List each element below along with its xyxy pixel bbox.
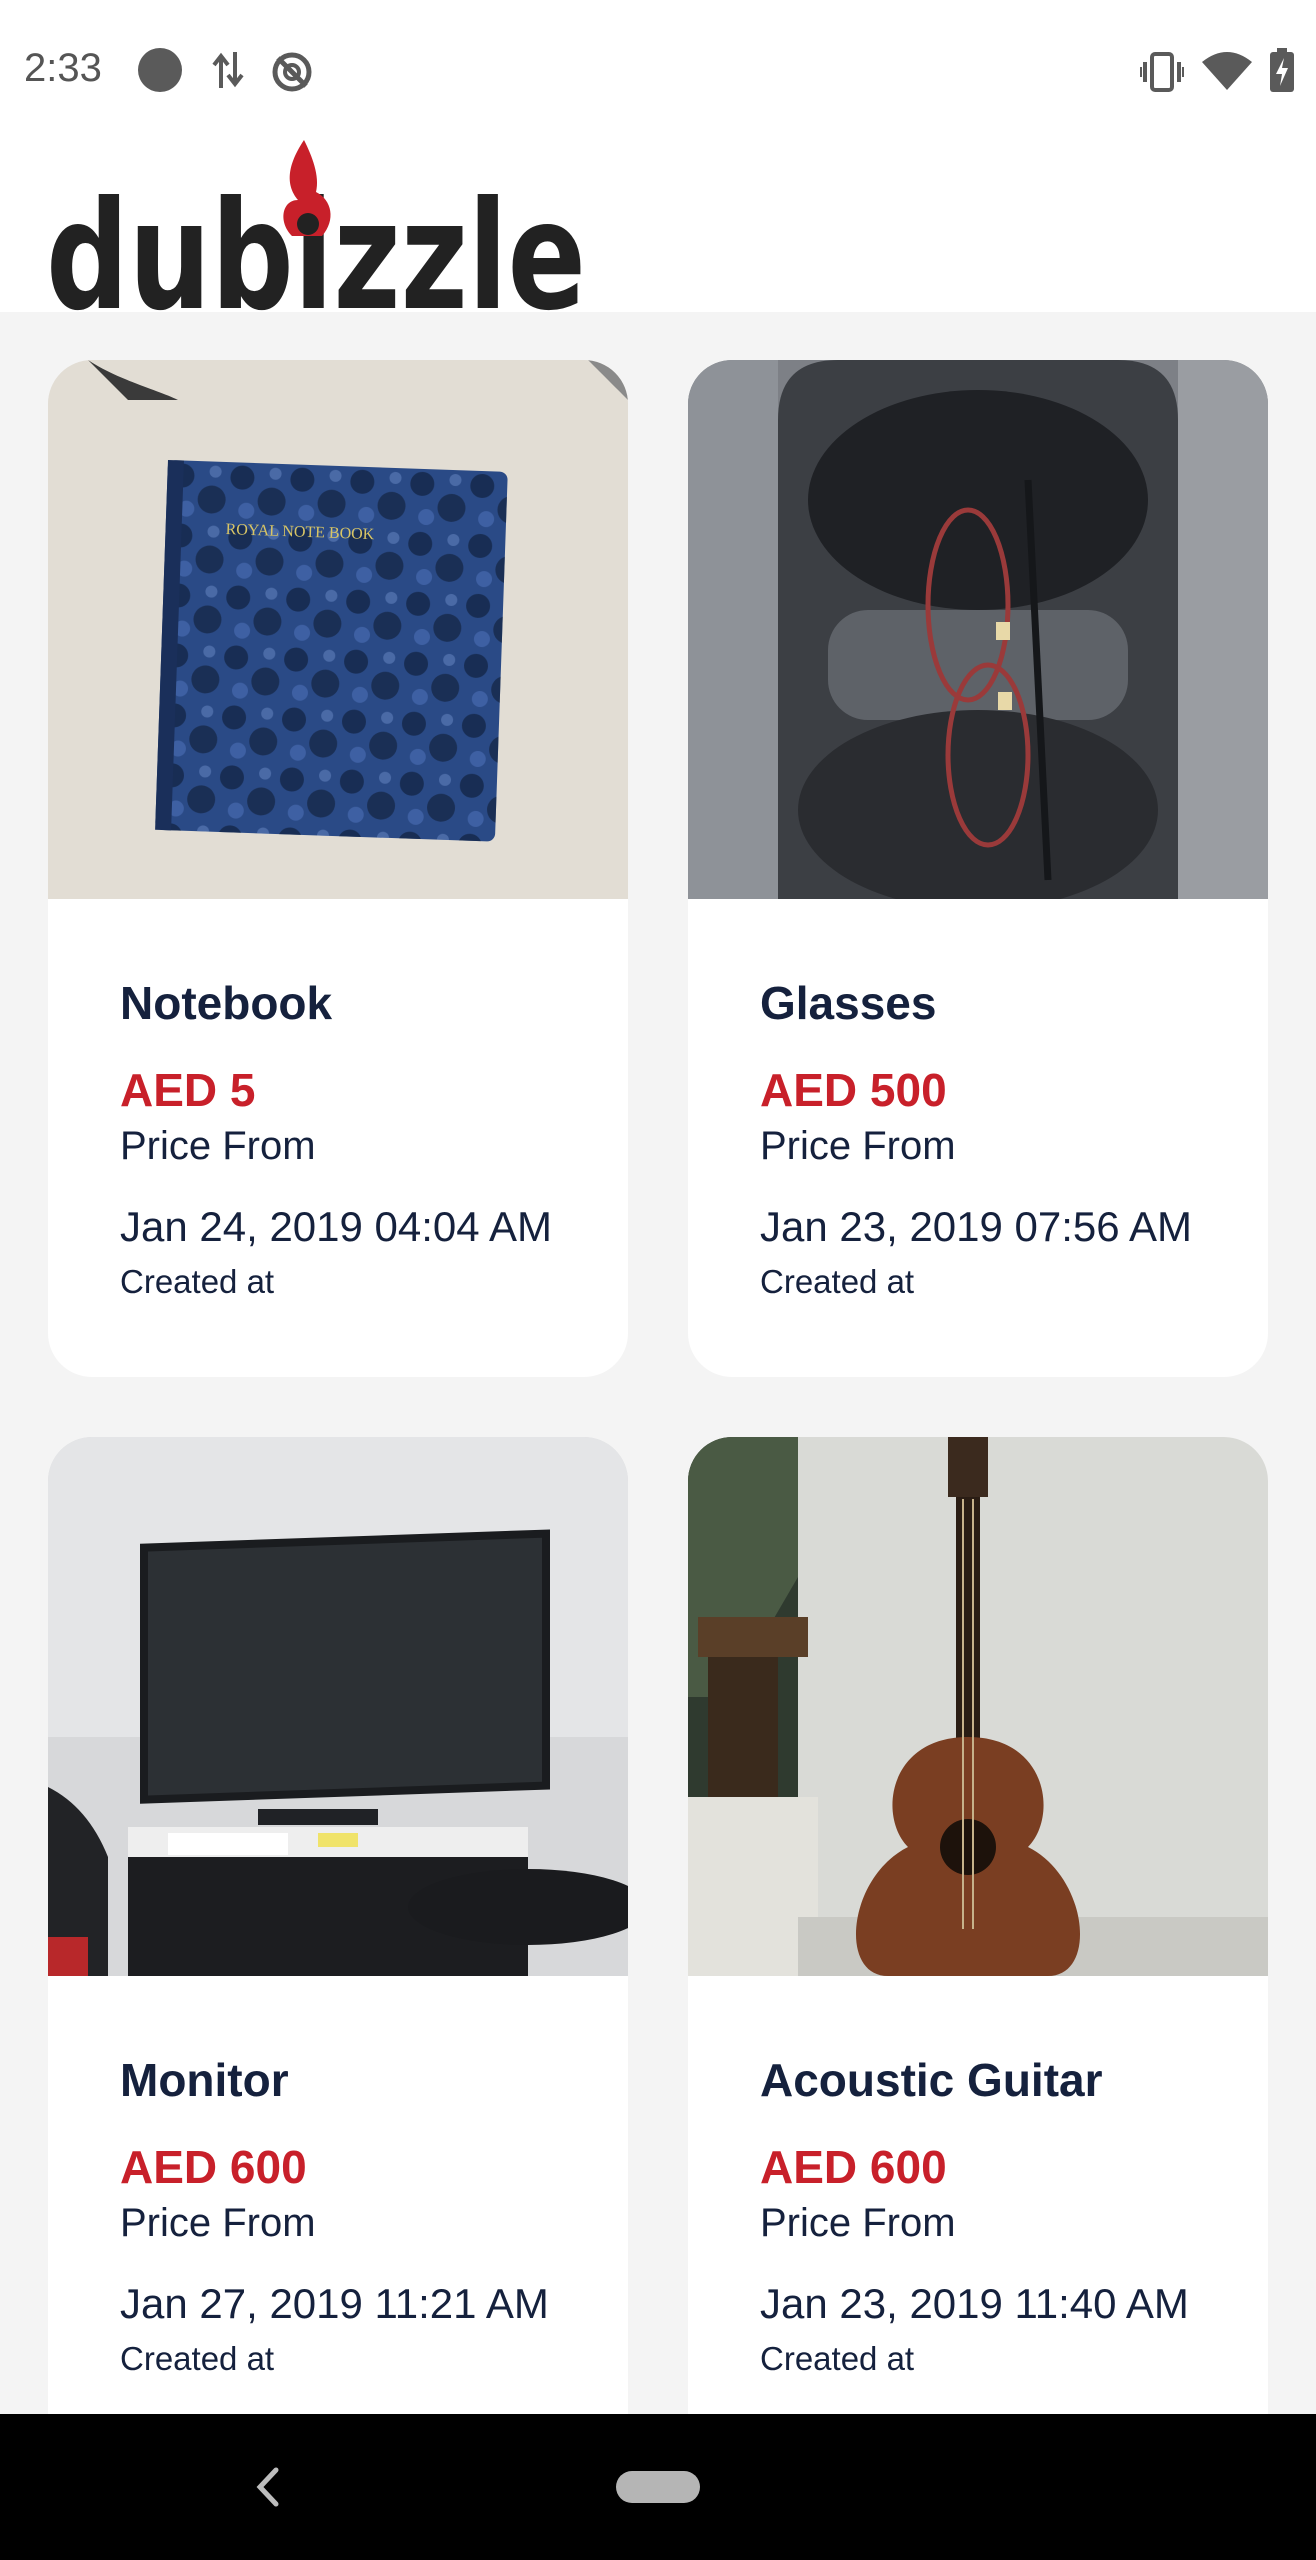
dubizzle-logo: dubizzle (46, 140, 586, 312)
listing-image: ROYAL NOTE BOOK (48, 360, 628, 899)
listing-card-glasses[interactable]: Glasses AED 500 Price From Jan 23, 2019 … (688, 360, 1268, 1377)
notification-dot-icon (138, 48, 182, 92)
listing-title: Glasses (760, 977, 937, 1029)
price-label: Price From (760, 1124, 956, 1168)
listing-image (688, 1437, 1268, 1976)
listings-grid[interactable]: ROYAL NOTE BOOK Notebook AED 5 Price Fro… (0, 312, 1316, 2414)
date-label: Created at (120, 2340, 275, 2377)
price-label: Price From (120, 2201, 316, 2245)
back-chevron-icon[interactable] (252, 2462, 282, 2512)
home-pill-icon[interactable] (616, 2471, 700, 2503)
price-label: Price From (120, 1124, 316, 1168)
vibrate-icon (1140, 52, 1184, 92)
listing-image (48, 1437, 628, 1976)
listing-price: AED 5 (120, 1064, 256, 1116)
listing-price: AED 600 (760, 2141, 947, 2193)
listing-price: AED 500 (760, 1064, 947, 1116)
date-label: Created at (760, 2340, 915, 2377)
data-arrows-icon (212, 52, 244, 88)
wifi-icon (1202, 52, 1252, 90)
battery-charging-icon (1270, 48, 1294, 92)
listing-date: Jan 23, 2019 07:56 AM (760, 1203, 1192, 1250)
listing-date: Jan 24, 2019 04:04 AM (120, 1203, 552, 1250)
price-label: Price From (760, 2201, 956, 2245)
listing-price: AED 600 (120, 2141, 307, 2193)
system-nav-bar (0, 2414, 1316, 2560)
listing-title: Acoustic Guitar (760, 2054, 1103, 2106)
listing-date: Jan 27, 2019 11:21 AM (120, 2280, 549, 2327)
status-bar: 2:33 (0, 0, 1316, 140)
date-label: Created at (760, 1263, 915, 1300)
app-header: dubizzle (0, 140, 1316, 312)
listing-title: Notebook (120, 977, 333, 1029)
listing-card-monitor[interactable]: Monitor AED 600 Price From Jan 27, 2019 … (48, 1437, 628, 2414)
listing-title: Monitor (120, 2054, 289, 2106)
status-time: 2:33 (24, 46, 102, 90)
listing-date: Jan 23, 2019 11:40 AM (760, 2280, 1189, 2327)
sync-off-icon (272, 52, 312, 92)
listing-card-acoustic-guitar[interactable]: Acoustic Guitar AED 600 Price From Jan 2… (688, 1437, 1268, 2414)
date-label: Created at (120, 1263, 275, 1300)
listing-image (688, 360, 1268, 899)
listing-card-notebook[interactable]: ROYAL NOTE BOOK Notebook AED 5 Price Fro… (48, 360, 628, 1377)
